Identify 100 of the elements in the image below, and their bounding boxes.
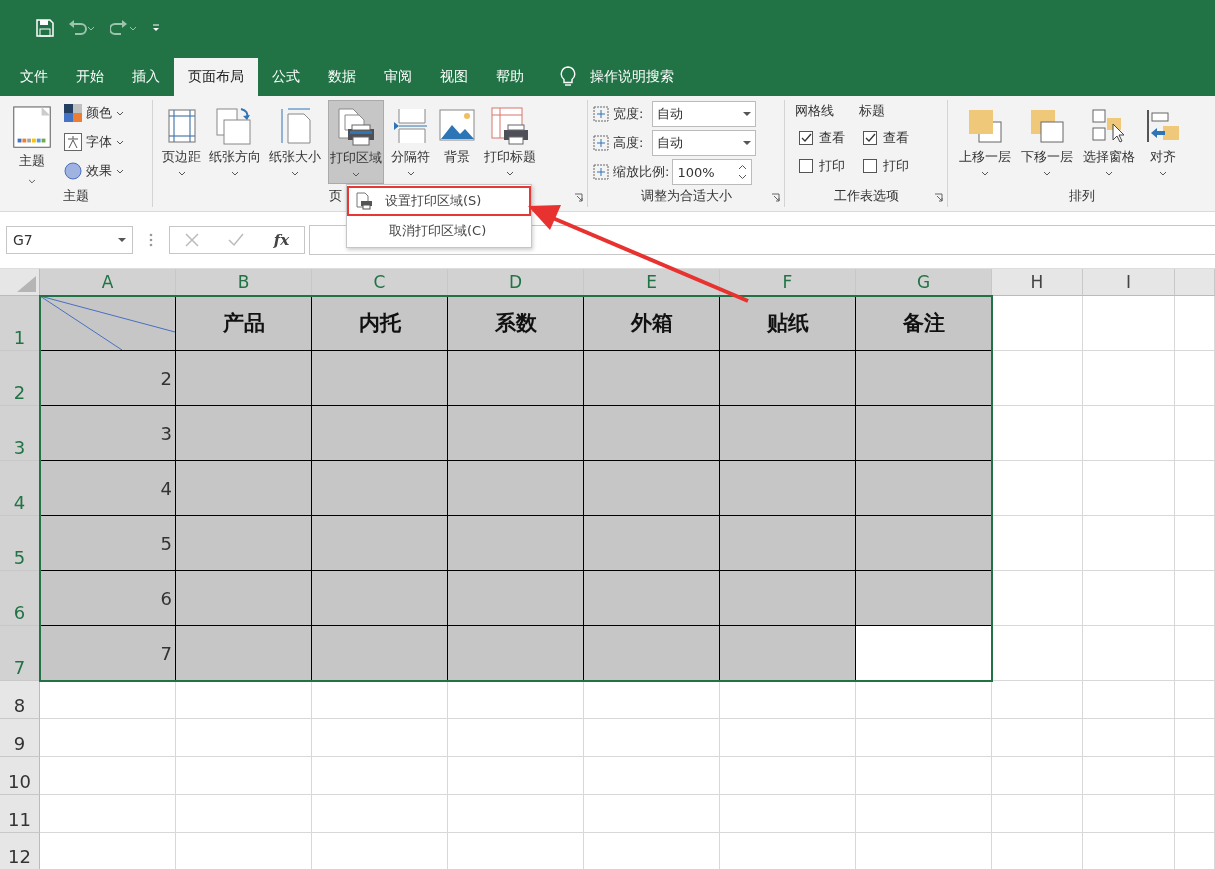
column-header[interactable]: D <box>448 269 584 296</box>
redo-icon[interactable] <box>110 19 138 37</box>
row-header[interactable]: 2 <box>0 351 40 406</box>
checkbox[interactable] <box>863 131 877 145</box>
checkbox[interactable] <box>863 159 877 173</box>
row-header[interactable]: 1 <box>0 296 40 351</box>
column-header[interactable]: C <box>312 269 448 296</box>
ribbon-tab[interactable]: 数据 <box>314 58 370 96</box>
ribbon-tab[interactable]: 帮助 <box>482 58 538 96</box>
ribbon-button[interactable]: 打印标题 <box>483 100 537 184</box>
ribbon-tab[interactable]: 审阅 <box>370 58 426 96</box>
ribbon-tab[interactable]: 文件 <box>6 58 62 96</box>
dialog-launcher-icon[interactable] <box>574 193 583 202</box>
row-header[interactable]: 10 <box>0 757 40 795</box>
column-header[interactable]: H <box>992 269 1083 296</box>
theme-option-button[interactable]: 字体 <box>64 129 124 155</box>
themes-button[interactable]: 主题 <box>4 100 60 184</box>
row-header[interactable]: 9 <box>0 719 40 757</box>
ribbon-button[interactable]: 页边距 <box>161 100 202 184</box>
option-heading: 网格线 <box>795 102 835 120</box>
ribbon-tab[interactable]: 页面布局 <box>174 58 258 96</box>
row-header[interactable]: 7 <box>0 626 40 681</box>
theme-option-button[interactable]: 效果 <box>64 158 124 184</box>
chevron-icon <box>1043 171 1051 176</box>
send-backward-icon <box>1029 108 1065 144</box>
table-cell: 产品 <box>176 296 312 351</box>
tell-me-search[interactable]: 操作说明搜索 <box>590 68 674 86</box>
table-cell <box>1175 461 1215 516</box>
table-cell <box>1175 681 1215 719</box>
column-header[interactable]: B <box>176 269 312 296</box>
table-cell <box>1175 626 1215 681</box>
table-cell: 4 <box>40 461 176 516</box>
chevron-icon <box>291 171 299 176</box>
ribbon-button[interactable]: 背景 <box>437 100 477 184</box>
column-header[interactable]: I <box>1083 269 1175 296</box>
row-header[interactable]: 3 <box>0 406 40 461</box>
row-header[interactable]: 8 <box>0 681 40 719</box>
checkbox-label[interactable]: 打印 <box>819 157 845 175</box>
ribbon-button[interactable]: 对齐 <box>1144 100 1182 184</box>
dropdown-field[interactable]: 自动 <box>652 101 757 127</box>
menu-item[interactable]: 设置打印区域(S) <box>349 188 529 214</box>
checkbox-label[interactable]: 打印 <box>883 157 909 175</box>
ribbon-tab[interactable]: 插入 <box>118 58 174 96</box>
ribbon-button[interactable]: 选择窗格 <box>1082 100 1136 184</box>
background-picture-icon <box>438 108 476 144</box>
field-label: 宽度: <box>613 105 644 123</box>
theme-option-button[interactable]: 颜色 <box>64 100 124 126</box>
column-header[interactable]: G <box>856 269 992 296</box>
ribbon-button[interactable]: 纸张方向 <box>208 100 262 184</box>
ribbon-button[interactable]: 纸张大小 <box>268 100 322 184</box>
dropdown-arrow-icon[interactable] <box>743 111 752 117</box>
row-header[interactable]: 6 <box>0 571 40 626</box>
dialog-launcher-icon[interactable] <box>934 193 943 202</box>
spinner-field[interactable]: 100% <box>672 159 753 185</box>
chevron-icon <box>28 179 36 184</box>
table-cell: 外箱 <box>584 296 720 351</box>
dropdown-arrow-icon[interactable] <box>743 140 752 146</box>
align-icon <box>1145 108 1181 144</box>
table-cell <box>1175 296 1215 351</box>
page-break-icon <box>392 107 429 145</box>
scale-icon <box>592 163 610 181</box>
chevron-icon <box>177 171 186 176</box>
name-box[interactable]: G7 <box>6 226 133 254</box>
ribbon-tab[interactable]: 开始 <box>62 58 118 96</box>
ribbon-button[interactable]: 下移一层 <box>1020 100 1074 184</box>
chevron-icon <box>506 171 514 176</box>
row-header[interactable]: 12 <box>0 833 40 869</box>
print-area-icon <box>336 107 376 147</box>
row-header[interactable]: 11 <box>0 795 40 833</box>
row-header[interactable]: 4 <box>0 461 40 516</box>
dropdown-field[interactable]: 自动 <box>652 130 757 156</box>
option-heading: 标题 <box>859 102 886 120</box>
dialog-launcher-icon[interactable] <box>771 193 780 202</box>
checkmark-icon <box>800 132 812 144</box>
triangle-icon <box>15 275 37 293</box>
column-header[interactable]: A <box>40 269 176 296</box>
print-area-icon <box>355 192 373 210</box>
chevron-icon <box>406 171 415 176</box>
field-label: 缩放比例: <box>613 163 670 181</box>
ribbon-button[interactable]: 打印区域 <box>328 100 384 184</box>
ribbon-button[interactable]: 上移一层 <box>958 100 1012 184</box>
insert-function-button[interactable]: fx <box>273 231 290 249</box>
checkbox-label[interactable]: 查看 <box>819 129 845 147</box>
undo-icon[interactable] <box>68 19 96 37</box>
table-cell <box>1175 406 1215 461</box>
save-icon[interactable] <box>36 19 54 37</box>
chevron-icon <box>116 139 124 145</box>
menu-item[interactable]: 取消打印区域(C) <box>349 218 529 244</box>
ribbon-tab[interactable]: 公式 <box>258 58 314 96</box>
ribbon-button[interactable]: 分隔符 <box>390 100 431 184</box>
checkbox[interactable] <box>799 159 813 173</box>
customize-caret-icon[interactable] <box>152 24 160 32</box>
checkbox-label[interactable]: 查看 <box>883 129 909 147</box>
print-titles-icon <box>490 106 530 146</box>
column-header[interactable]: F <box>720 269 856 296</box>
spinner-arrows-icon[interactable] <box>738 164 748 180</box>
colors-icon <box>64 104 82 122</box>
ribbon-tab[interactable]: 视图 <box>426 58 482 96</box>
row-header[interactable]: 5 <box>0 516 40 571</box>
checkbox[interactable] <box>799 131 813 145</box>
